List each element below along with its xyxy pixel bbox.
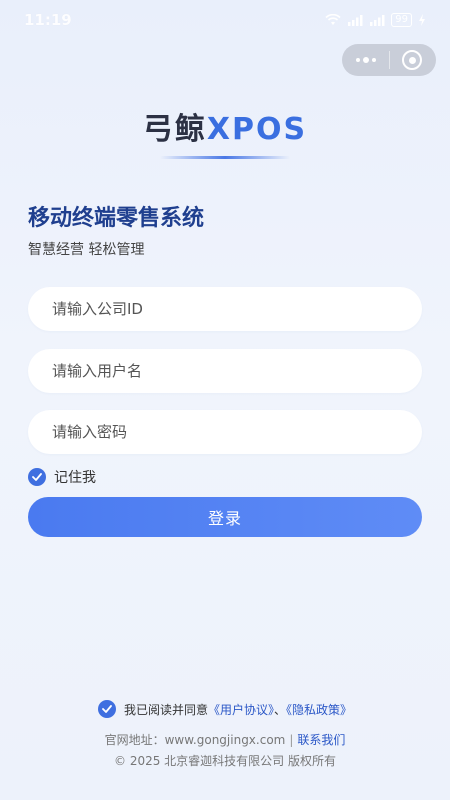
- agreement-separator: 、: [274, 702, 287, 717]
- mini-program-capsule: [342, 44, 436, 76]
- capsule-divider: [388, 51, 390, 69]
- logo-brand-cn: 弓鲸: [142, 112, 207, 147]
- copyright: © 2025 北京睿迦科技有限公司 版权所有: [114, 754, 336, 768]
- login-button[interactable]: 登录: [28, 497, 422, 537]
- wifi-icon: [325, 14, 341, 25]
- user-agreement-link[interactable]: 《用户协议》: [208, 703, 274, 717]
- agreement-text: 我已阅读并同意: [123, 702, 208, 717]
- remember-me-label: 记住我: [54, 470, 96, 486]
- website-row: 官网地址：www.gongjingx.com | 联系我们: [0, 731, 450, 748]
- charging-icon: [419, 14, 425, 26]
- website-separator: |: [289, 733, 294, 747]
- signal-icon: [370, 15, 385, 26]
- logo-brand-en: XPOS: [206, 112, 308, 147]
- username-input[interactable]: [28, 349, 422, 393]
- battery-icon: 99: [391, 13, 412, 27]
- website-label: 官网地址：www.gongjingx.com: [104, 733, 286, 747]
- page-title: 移动终端零售系统: [28, 206, 205, 231]
- close-mini-program-icon[interactable]: [402, 50, 422, 70]
- status-icons: 99: [325, 13, 426, 27]
- signal-icon: [348, 15, 363, 26]
- status-bar: 11:19 99: [0, 0, 450, 40]
- privacy-policy-link[interactable]: 《隐私政策》: [286, 703, 352, 717]
- logo-underline: [160, 156, 290, 159]
- more-icon[interactable]: [356, 57, 376, 63]
- company-id-input[interactable]: [28, 287, 422, 331]
- contact-us-link[interactable]: 联系我们: [297, 733, 345, 747]
- agreement-check-icon[interactable]: [97, 700, 116, 718]
- status-time: 11:19: [24, 11, 72, 29]
- logo-text: 弓鲸XPOS: [0, 104, 450, 148]
- page-subtitle: 智慧经营 轻松管理: [28, 242, 145, 258]
- brand-logo: 弓鲸XPOS: [0, 104, 450, 159]
- agreement-row: 我已阅读并同意《用户协议》、《隐私政策》: [0, 700, 450, 718]
- remember-me-checkbox[interactable]: 记住我: [28, 467, 96, 487]
- password-input[interactable]: [28, 410, 422, 454]
- check-icon[interactable]: [28, 468, 46, 486]
